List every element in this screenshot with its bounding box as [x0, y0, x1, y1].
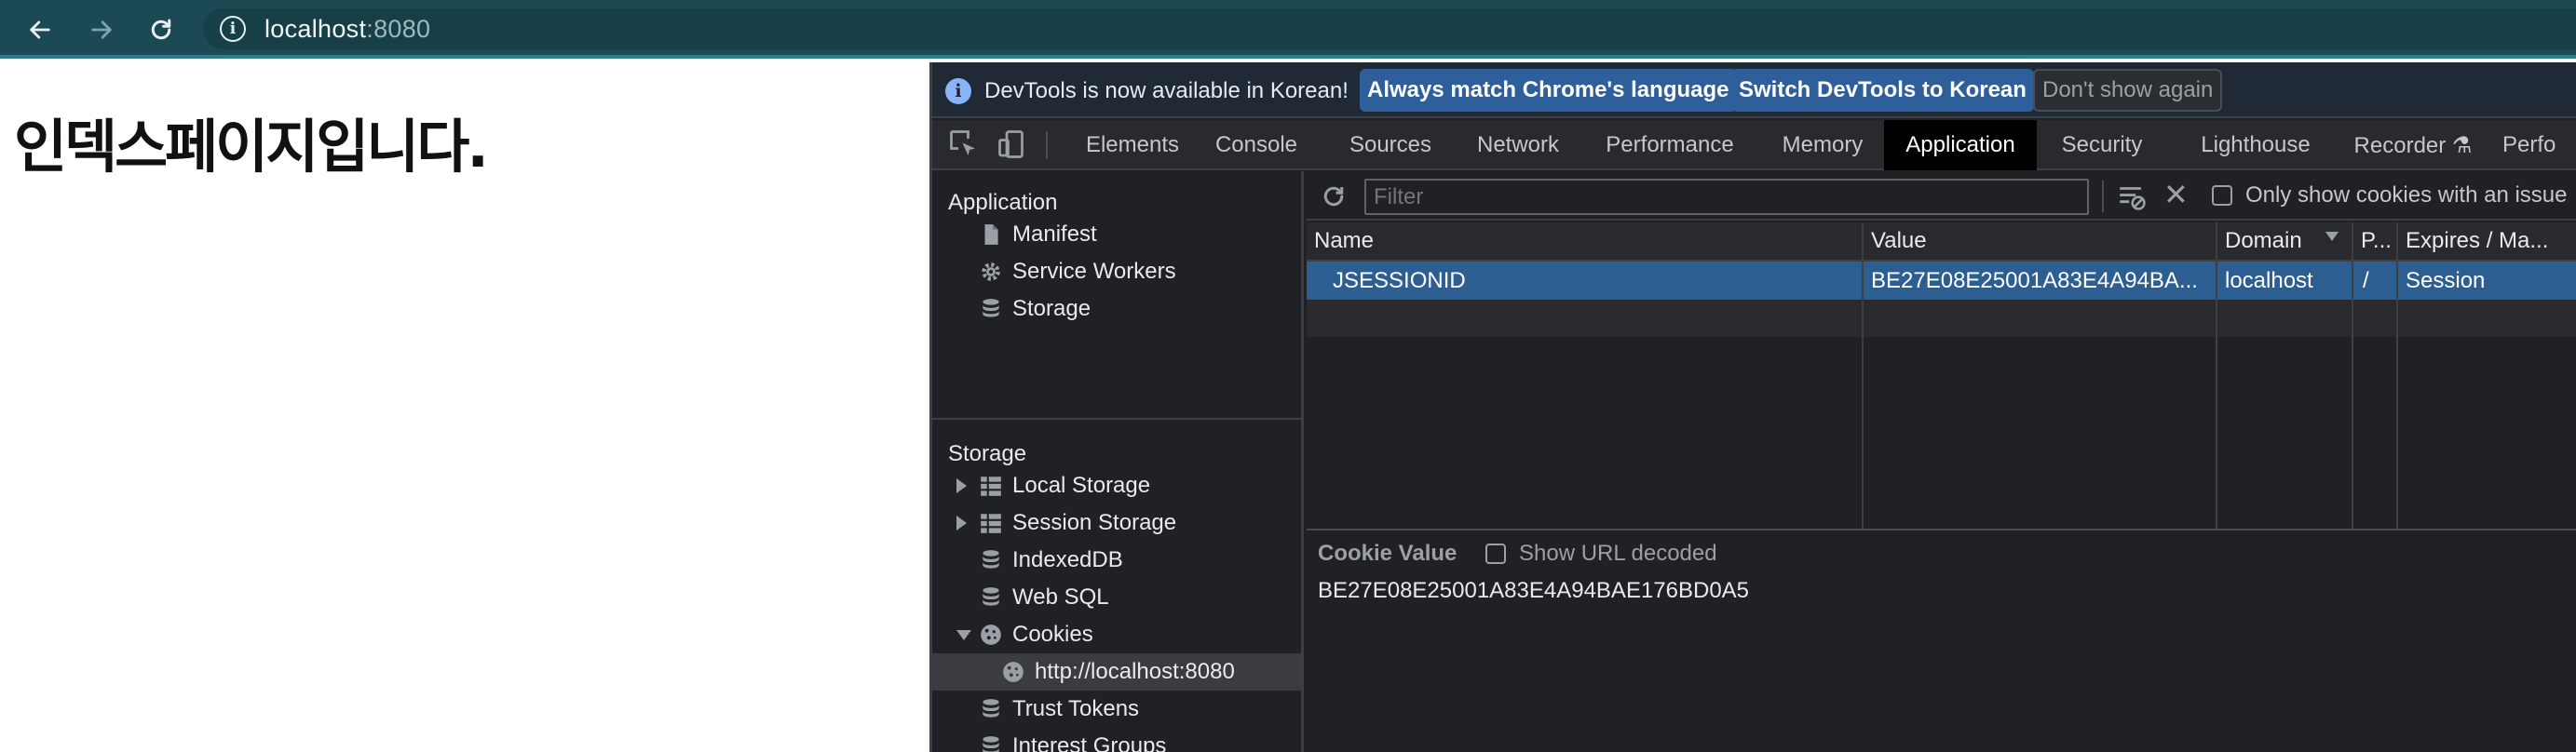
filter-input[interactable]	[1364, 179, 2089, 215]
cookie-value-label: Cookie Value	[1318, 541, 1457, 566]
only-issues-label: Only show cookies with an issue	[2245, 182, 2568, 208]
device-toolbar-icon[interactable]	[996, 128, 1033, 163]
tab-console[interactable]: Console	[1204, 120, 1308, 170]
forward-arrow-icon[interactable]	[78, 0, 125, 59]
tab-memory[interactable]: Memory	[1770, 120, 1875, 170]
cell-domain: localhost	[2225, 267, 2313, 293]
table-row-empty	[1307, 300, 2576, 337]
column-divider[interactable]	[1862, 222, 1864, 529]
sidebar-item-cookies[interactable]: Cookies	[932, 616, 1301, 653]
cookie-value-text: BE27E08E25001A83E4A94BAE176BD0A5	[1318, 578, 1750, 603]
dont-show-again-button[interactable]: Don't show again	[2033, 69, 2223, 112]
sidebar-item-local-storage[interactable]: Local Storage	[932, 467, 1301, 504]
column-header-expires[interactable]: Expires / Ma...	[2398, 222, 2576, 262]
tab-network[interactable]: Network	[1467, 120, 1569, 170]
column-header-value[interactable]: Value	[1864, 222, 2216, 262]
sidebar-header-storage: Storage	[948, 441, 1027, 466]
site-info-icon[interactable]: i	[220, 16, 246, 42]
reload-icon[interactable]	[138, 0, 184, 59]
database-icon	[983, 736, 999, 752]
cookies-table: Name Value Domain P... Expires / Ma... J…	[1307, 222, 2576, 529]
cookie-icon	[981, 624, 1001, 645]
switch-korean-button[interactable]: Switch DevTools to Korean	[1731, 69, 2034, 112]
sidebar-item-manifest[interactable]: Manifest	[932, 216, 1301, 253]
sidebar-item-indexeddb[interactable]: IndexedDB	[932, 542, 1301, 579]
file-icon	[984, 224, 998, 245]
tab-elements[interactable]: Elements	[1072, 120, 1193, 170]
expand-arrow-icon[interactable]	[956, 516, 967, 530]
language-infobar: i DevTools is now available in Korean! A…	[932, 62, 2576, 118]
pane-splitter[interactable]	[1307, 529, 2576, 530]
info-icon: i	[945, 78, 971, 104]
gear-icon	[982, 262, 1000, 281]
only-issues-checkbox[interactable]	[2212, 185, 2232, 206]
cookie-icon	[1003, 662, 1024, 682]
devtools-panel: i DevTools is now available in Korean! A…	[929, 62, 2576, 752]
sidebar-item-cookie-origin[interactable]: http://localhost:8080	[932, 653, 1301, 691]
page-heading: 인덱스페이지입니다.	[14, 113, 489, 181]
refresh-icon[interactable]	[1320, 182, 1348, 210]
sidebar-item-web-sql[interactable]: Web SQL	[932, 579, 1301, 616]
cell-name: JSESSIONID	[1333, 267, 1466, 293]
tab-sources[interactable]: Sources	[1335, 120, 1446, 170]
tab-lighthouse[interactable]: Lighthouse	[2188, 120, 2324, 170]
tab-security[interactable]: Security	[2046, 120, 2158, 170]
sort-descending-icon	[2325, 232, 2339, 241]
infobar-message: DevTools is now available in Korean!	[984, 78, 1349, 103]
cell-value: BE27E08E25001A83E4A94BA...	[1871, 267, 2198, 293]
address-bar[interactable]: i localhost:8080	[203, 8, 2576, 49]
sidebar-divider	[932, 418, 1301, 420]
sidebar-item-service-workers[interactable]: Service Workers	[932, 253, 1301, 290]
application-sidebar: Application Manifest Service Workers Sto…	[932, 171, 1304, 752]
web-page: 인덱스페이지입니다.	[0, 62, 929, 752]
database-icon	[983, 299, 999, 317]
tab-recorder[interactable]: Recorder ⚗	[2348, 120, 2478, 170]
cell-path: /	[2363, 267, 2369, 293]
sidebar-item-interest-groups[interactable]: Interest Groups	[932, 728, 1301, 752]
collapse-arrow-icon[interactable]	[956, 630, 971, 640]
tabbar-separator	[1046, 131, 1048, 159]
devtools-tabbar: Elements Console Sources Network Perform…	[932, 120, 2576, 170]
cell-expires: Session	[2406, 267, 2486, 293]
column-header-path[interactable]: P...	[2353, 222, 2396, 262]
match-language-button[interactable]: Always match Chrome's language	[1360, 69, 1737, 112]
filter-separator	[2102, 181, 2104, 212]
column-header-name[interactable]: Name	[1307, 222, 1862, 262]
sidebar-header-application: Application	[948, 190, 1058, 215]
grid-table-icon	[981, 514, 1001, 533]
column-divider[interactable]	[2352, 222, 2353, 529]
database-icon	[983, 587, 999, 606]
sidebar-item-trust-tokens[interactable]: Trust Tokens	[932, 691, 1301, 728]
browser-toolbar: i localhost:8080	[0, 0, 2576, 59]
column-divider[interactable]	[2216, 222, 2217, 529]
inspect-element-icon[interactable]	[947, 128, 984, 163]
clear-filtered-icon[interactable]	[2115, 181, 2149, 212]
expand-arrow-icon[interactable]	[956, 478, 967, 493]
cookie-filter-bar: ✕ Only show cookies with an issue	[1307, 171, 2576, 221]
back-arrow-icon[interactable]	[17, 0, 63, 59]
show-url-decoded-label: Show URL decoded	[1519, 541, 1717, 566]
column-header-domain[interactable]: Domain	[2217, 222, 2352, 262]
show-url-decoded-checkbox[interactable]	[1485, 544, 1506, 564]
clear-all-icon[interactable]: ✕	[2163, 177, 2189, 212]
column-divider[interactable]	[2396, 222, 2398, 529]
tab-application[interactable]: Application	[1884, 120, 2037, 170]
cookies-pane: ✕ Only show cookies with an issue Name V…	[1307, 171, 2576, 752]
tab-performance[interactable]: Performance	[1595, 120, 1744, 170]
url-text: localhost:8080	[264, 15, 431, 43]
sidebar-item-storage-overview[interactable]: Storage	[932, 290, 1301, 328]
grid-table-icon	[981, 477, 1001, 496]
database-icon	[983, 550, 999, 569]
sidebar-item-session-storage[interactable]: Session Storage	[932, 504, 1301, 542]
database-icon	[983, 699, 999, 718]
tab-performance-insights[interactable]: Perfo	[2502, 120, 2576, 170]
